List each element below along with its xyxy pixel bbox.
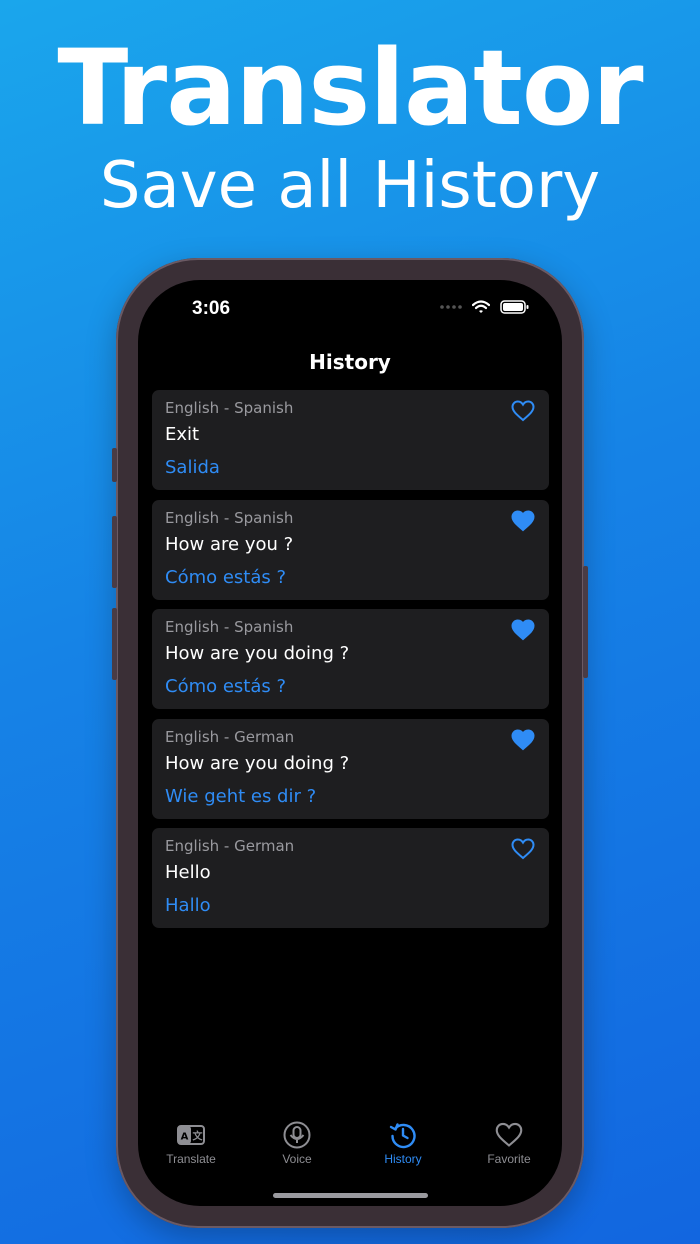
tab-voice[interactable]: Voice <box>252 1120 342 1180</box>
source-text: Hello <box>165 862 211 883</box>
language-pair: English - Spanish <box>165 508 294 527</box>
microphone-icon <box>283 1121 311 1149</box>
translated-text: Wie geht es dir ? <box>165 785 317 807</box>
screen-title: History <box>309 350 391 374</box>
translated-text: Cómo estás ? <box>165 676 287 697</box>
translated-text: Hallo <box>165 895 211 916</box>
volume-down-button <box>112 608 117 680</box>
power-button <box>583 566 588 678</box>
mute-switch <box>112 448 117 482</box>
status-icons <box>440 300 530 314</box>
heart-filled-icon[interactable] <box>511 509 535 532</box>
history-item[interactable]: English - German Hello Hallo <box>152 828 549 928</box>
tab-label: Favorite <box>487 1152 531 1166</box>
tab-label: Voice <box>282 1152 312 1166</box>
heart-outline-icon[interactable] <box>511 838 535 860</box>
heart-outline-icon[interactable] <box>511 400 535 422</box>
battery-icon <box>500 300 529 314</box>
source-text: How are you ? <box>165 533 294 555</box>
tab-label: History <box>384 1152 422 1166</box>
svg-text:文: 文 <box>193 1130 204 1143</box>
history-list: English - Spanish Exit Salida English - … <box>152 390 549 938</box>
translated-text: Salida <box>165 457 220 478</box>
phone-screen: 3:06 History English - Spanish Exit Sali… <box>138 280 562 1206</box>
source-text: How are you doing ? <box>165 752 350 774</box>
translated-text: Cómo estás ? <box>165 566 287 588</box>
cellular-icon <box>440 305 462 309</box>
history-item[interactable]: English - Spanish How are you ? Cómo est… <box>152 499 549 600</box>
history-icon <box>389 1123 416 1149</box>
tab-translate[interactable]: A 文 Translate <box>146 1120 236 1180</box>
language-pair: English - German <box>165 837 295 855</box>
wifi-icon <box>472 300 490 313</box>
language-pair: English - German <box>165 727 295 746</box>
promo-subtitle: Save all History <box>99 149 601 223</box>
history-item[interactable]: English - Spanish How are you doing ? Có… <box>152 609 549 709</box>
promo-title: Translator <box>57 27 643 149</box>
heart-icon <box>495 1122 523 1147</box>
translate-icon: A 文 <box>177 1125 205 1145</box>
tab-bar: A 文 Translate Voice History Favorite <box>138 1120 562 1180</box>
history-item[interactable]: English - German How are you doing ? Wie… <box>152 718 549 819</box>
language-pair: English - Spanish <box>165 618 294 636</box>
status-time: 3:06 <box>192 298 231 319</box>
heart-filled-icon[interactable] <box>511 619 535 641</box>
tab-label: Translate <box>166 1152 216 1166</box>
history-item[interactable]: English - Spanish Exit Salida <box>152 390 549 490</box>
home-indicator[interactable] <box>273 1193 428 1198</box>
source-text: How are you doing ? <box>165 643 350 664</box>
source-text: Exit <box>165 424 200 445</box>
heart-filled-icon[interactable] <box>511 728 535 751</box>
svg-text:A: A <box>181 1132 189 1143</box>
tab-favorite[interactable]: Favorite <box>464 1120 554 1180</box>
language-pair: English - Spanish <box>165 399 294 417</box>
volume-up-button <box>112 516 117 588</box>
tab-history[interactable]: History <box>358 1120 448 1180</box>
